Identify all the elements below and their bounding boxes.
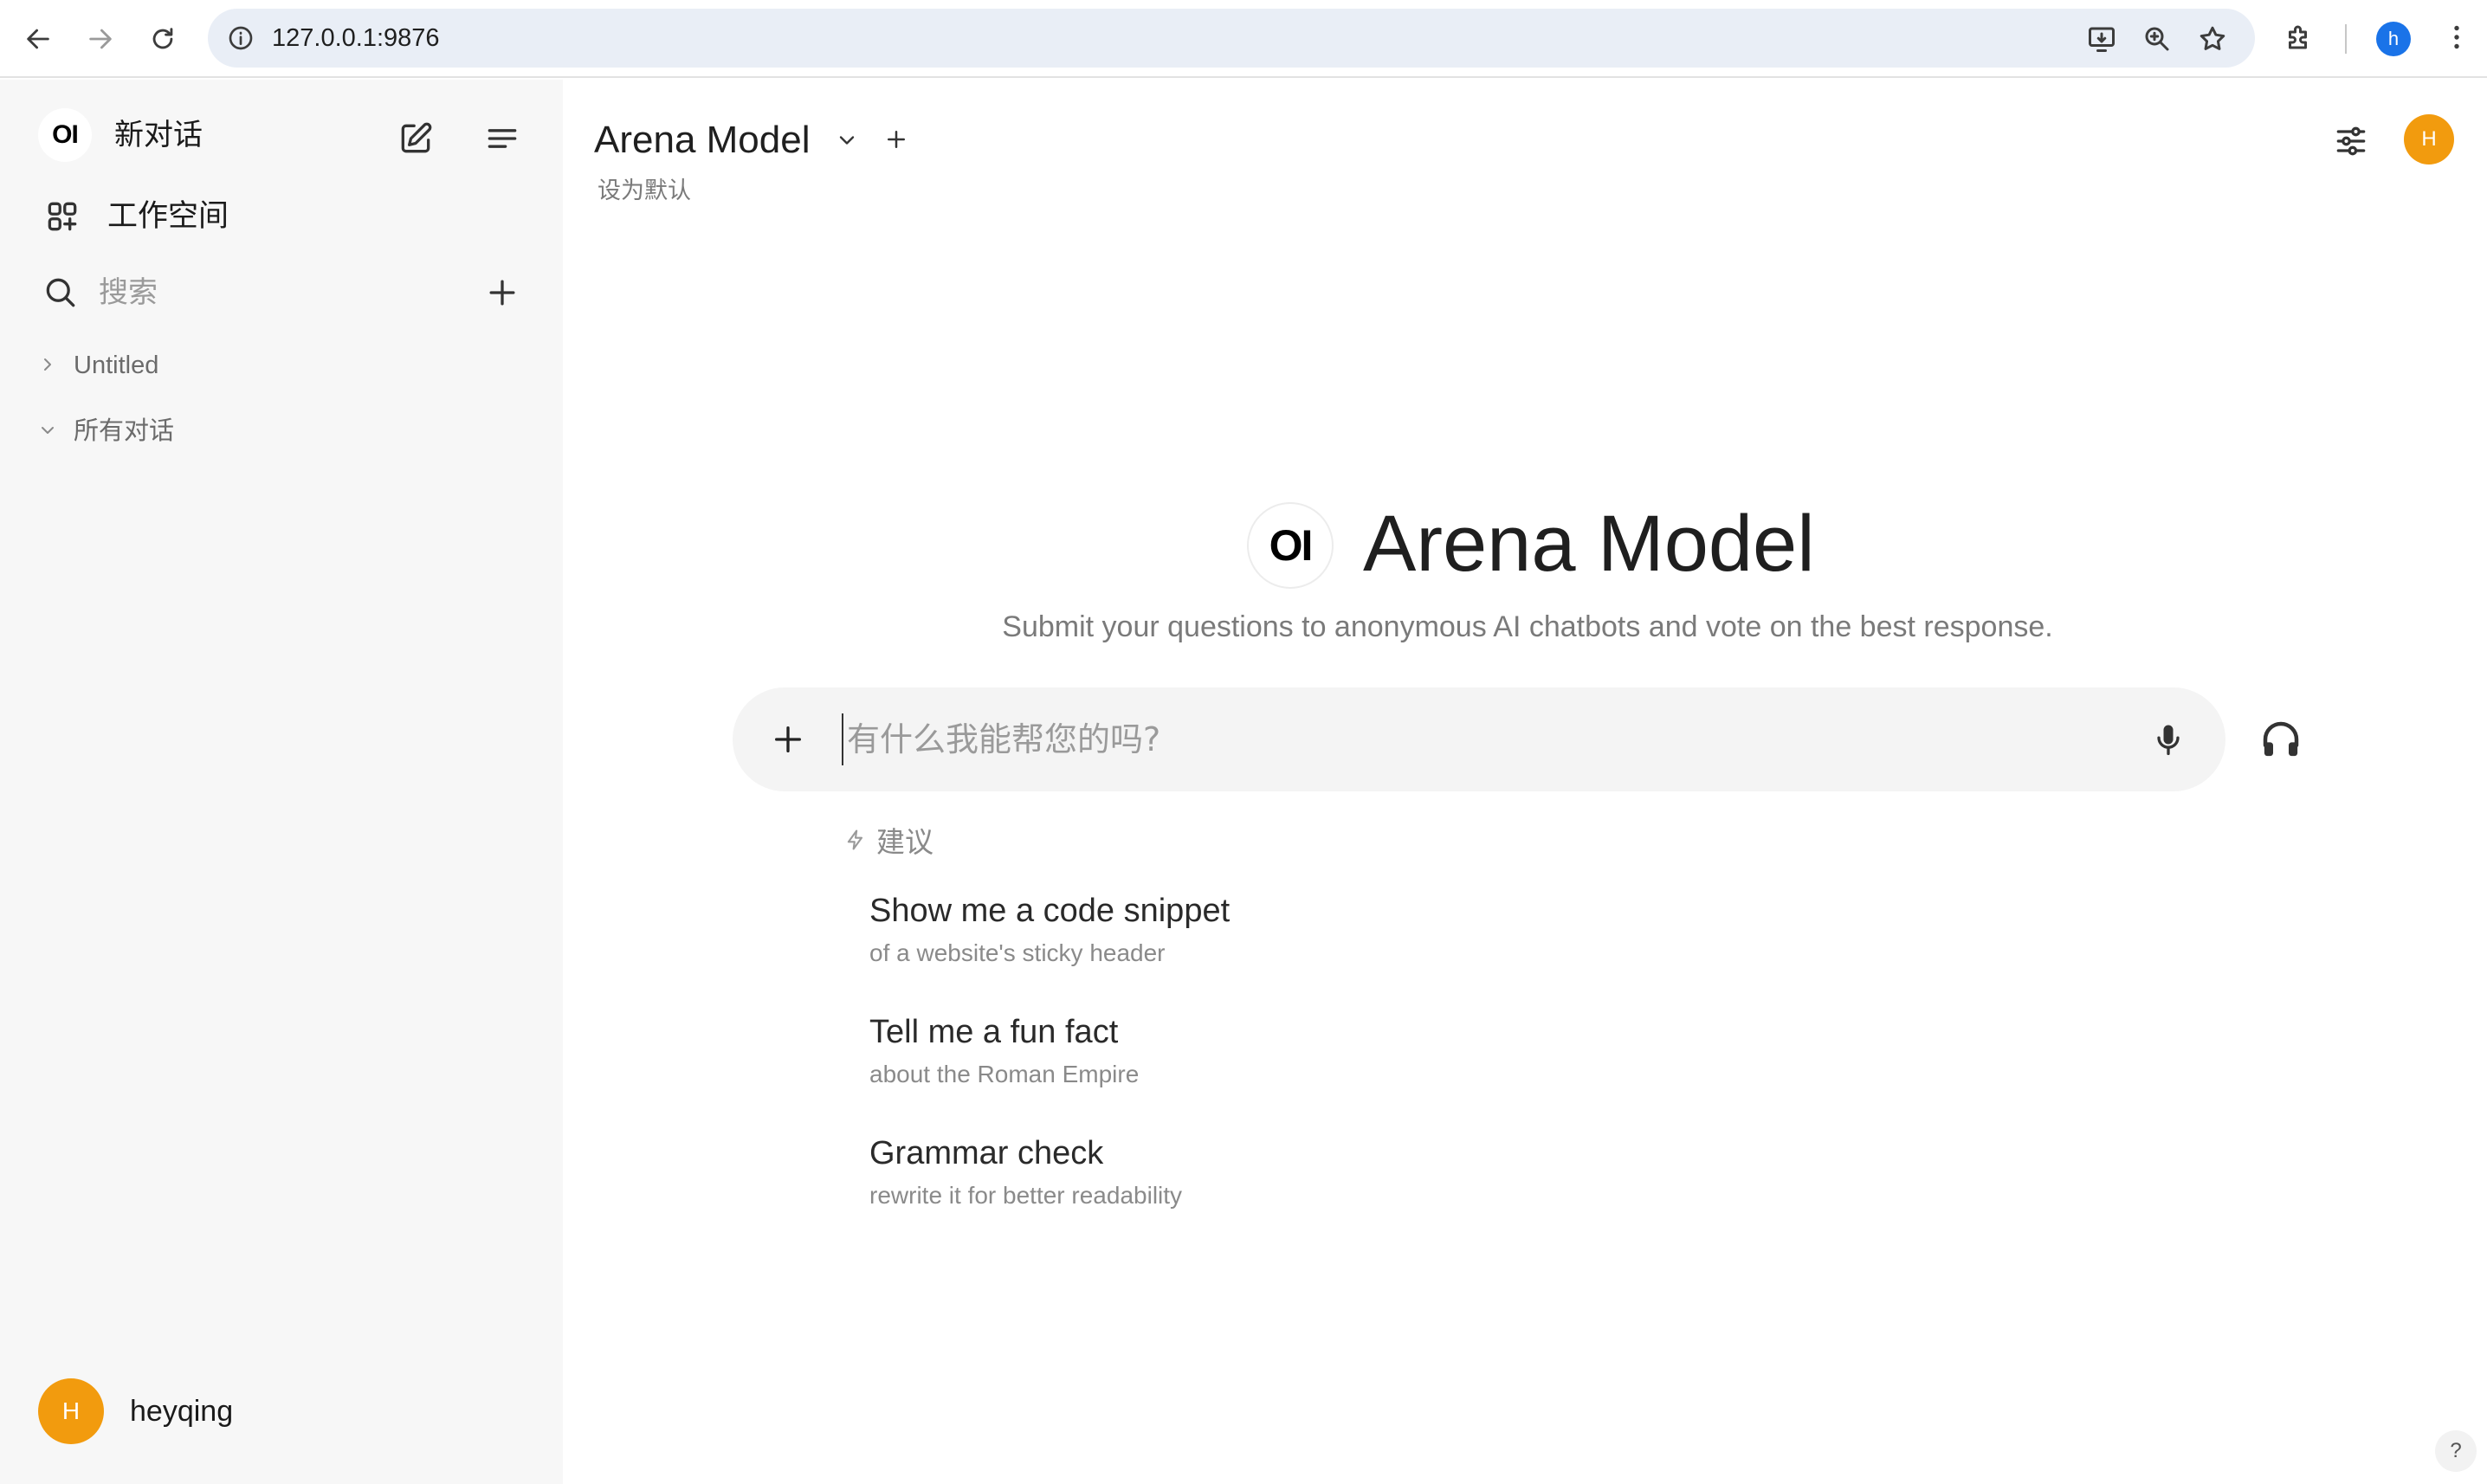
chat-input-box — [733, 687, 2225, 791]
set-default-link[interactable]: 设为默认 — [598, 173, 691, 208]
menu-icon — [488, 129, 517, 148]
new-chat-button[interactable] — [395, 118, 436, 159]
model-selector[interactable]: Arena Model — [594, 114, 810, 166]
brand-logo[interactable]: OI — [38, 108, 92, 162]
voice-mode-button[interactable] — [2255, 713, 2307, 765]
forward-button[interactable] — [76, 15, 125, 63]
sidebar-search-input[interactable]: 搜索 — [99, 272, 158, 313]
lightning-icon — [847, 829, 863, 850]
hero-title: Arena Model — [1363, 500, 1815, 588]
folder-all-chats[interactable]: 所有对话 — [74, 414, 174, 448]
folder-untitled[interactable]: Untitled — [74, 348, 158, 383]
new-chat-label[interactable]: 新对话 — [114, 114, 203, 156]
chevron-down-icon[interactable] — [35, 417, 61, 443]
microphone-icon — [2157, 725, 2180, 756]
help-button[interactable]: ? — [2435, 1430, 2477, 1472]
star-icon[interactable] — [2196, 23, 2229, 55]
model-logo: OI — [1247, 502, 1334, 589]
new-folder-button[interactable] — [481, 272, 523, 313]
hero-subtitle: Submit your questions to anonymous AI ch… — [1002, 610, 2053, 643]
sliders-icon — [2336, 126, 2366, 156]
browser-profile-avatar[interactable]: h — [2376, 22, 2411, 56]
url-text[interactable]: 127.0.0.1:9876 — [272, 9, 440, 68]
zoom-icon[interactable] — [2141, 23, 2174, 55]
extensions-icon[interactable] — [2283, 21, 2316, 54]
chat-input[interactable] — [842, 713, 2071, 765]
edit-icon — [401, 122, 432, 153]
suggestions-label: 建议 — [876, 826, 933, 858]
address-bar[interactable]: 127.0.0.1:9876 — [208, 9, 2255, 68]
site-info-icon[interactable] — [222, 19, 260, 57]
sidebar: OI 新对话 工作空间 搜索 Untitled 所有对话 H heyqing — [0, 80, 563, 1484]
search-icon — [40, 272, 81, 313]
sidebar-item-workspace[interactable]: 工作空间 — [107, 196, 229, 237]
plus-icon — [888, 131, 905, 148]
suggestion-title: Tell me a fun fact — [869, 1014, 1119, 1050]
suggestion-item[interactable]: Grammar check rewrite it for better read… — [869, 1131, 1476, 1226]
chevron-right-icon[interactable] — [35, 352, 61, 377]
suggestion-subtitle: of a website's sticky header — [869, 939, 1166, 966]
suggestion-item[interactable]: Show me a code snippet of a website's st… — [869, 888, 1476, 984]
suggestion-title: Show me a code snippet — [869, 893, 1231, 929]
chevron-down-icon[interactable] — [831, 125, 862, 156]
back-arrow-icon — [27, 29, 49, 49]
reload-button[interactable] — [139, 15, 187, 63]
workspace-icon — [42, 196, 83, 237]
user-avatar[interactable]: H — [38, 1378, 104, 1444]
back-button[interactable] — [14, 15, 62, 63]
sidebar-toggle-button[interactable] — [481, 118, 523, 159]
voice-input-button[interactable] — [2146, 717, 2191, 762]
header-user-avatar[interactable]: H — [2404, 114, 2454, 165]
attach-button[interactable] — [767, 719, 809, 760]
suggestion-subtitle: about the Roman Empire — [869, 1061, 1140, 1087]
plus-icon — [489, 280, 515, 306]
reload-icon — [152, 28, 173, 49]
toolbar-divider — [2345, 24, 2347, 54]
user-name[interactable]: heyqing — [130, 1390, 233, 1432]
install-app-icon[interactable] — [2085, 23, 2118, 55]
suggestions-heading: 建议 — [843, 821, 933, 859]
forward-arrow-icon — [89, 29, 112, 49]
suggestion-subtitle: rewrite it for better readability — [869, 1182, 1183, 1209]
plus-icon — [775, 726, 801, 752]
kebab-menu-icon[interactable] — [2440, 21, 2473, 54]
headphones-icon — [2263, 721, 2299, 757]
browser-toolbar: 127.0.0.1:9876 h — [0, 0, 2487, 78]
chat-controls-button[interactable] — [2329, 119, 2373, 163]
suggestion-title: Grammar check — [869, 1135, 1104, 1171]
suggestion-item[interactable]: Tell me a fun fact about the Roman Empir… — [869, 1010, 1476, 1105]
add-model-button[interactable] — [880, 123, 913, 156]
